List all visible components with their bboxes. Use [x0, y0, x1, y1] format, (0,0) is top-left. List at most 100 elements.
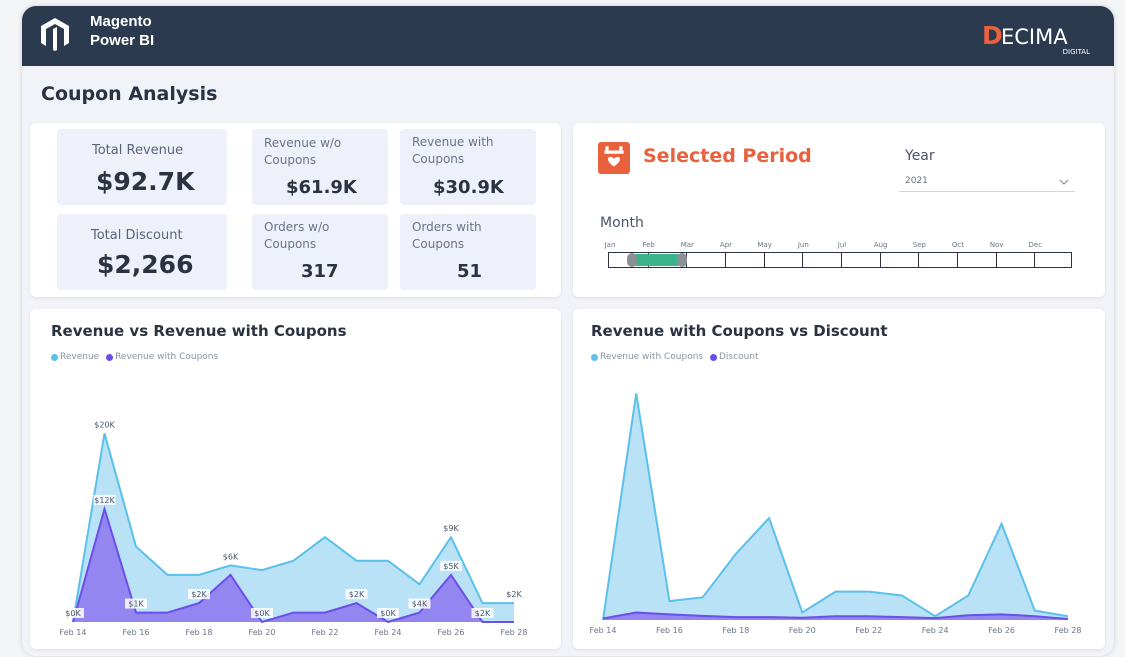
month-slider-handle-end[interactable]	[677, 253, 687, 267]
month-label: Month	[600, 215, 644, 231]
month-labels: Jan Feb Mar Apr May Jun Jul Aug Sep Oct Nov Dec	[605, 241, 1074, 251]
period-filter-card: Selected Period Year 2021 Month Jan Feb Ma…	[573, 123, 1105, 297]
kpi-total-discount-value: $2,266	[97, 250, 194, 279]
month-tick	[802, 253, 804, 267]
x-tick-label: Feb 16	[123, 628, 150, 637]
x-tick-label: Feb 28	[501, 628, 528, 637]
data-label: $2K	[349, 590, 365, 599]
kpi-revenue-with-coupons-label-1: Revenue with	[412, 135, 494, 149]
magento-logo-icon	[41, 18, 69, 51]
month-label-jun: Jun	[797, 241, 809, 249]
kpi-total-discount-label: Total Discount	[91, 228, 183, 243]
data-label: $12K	[94, 496, 115, 505]
month-label-jul: Jul	[837, 241, 847, 249]
kpi-card: Total Revenue $92.7K Total Discount $2,2…	[30, 123, 561, 297]
x-tick-label: Feb 18	[186, 628, 213, 637]
chevron-down-icon	[1059, 179, 1069, 185]
month-tick	[725, 253, 726, 267]
x-tick-label: Feb 18	[722, 626, 749, 635]
data-label: $2K	[191, 590, 207, 599]
year-label: Year	[905, 148, 935, 164]
decima-logo-initial: D	[982, 21, 1003, 50]
revenue-area-chart: Feb 14 Feb 16 Feb 18 Feb 20 Feb 22 Feb 24 Feb …	[60, 419, 528, 637]
data-label: $20K	[94, 420, 115, 429]
dashboard-window: Magento Power BI D ECIMA DIGITAL Coupon …	[22, 6, 1114, 656]
data-label: $0K	[380, 609, 396, 618]
x-tick-label: Feb 14	[60, 628, 87, 637]
kpi-revenue-wo-coupons-label-1: Revenue w/o	[264, 136, 342, 150]
x-tick-label: Feb 24	[375, 628, 402, 637]
brand-line-2: Power BI	[90, 32, 155, 49]
data-label: $6K	[223, 552, 239, 561]
month-label-dec: Dec	[1028, 241, 1043, 249]
data-label: $9K	[443, 524, 459, 533]
month-label-aug: Aug	[873, 241, 888, 249]
year-dropdown[interactable]: 2021	[899, 171, 1075, 192]
decima-logo-text: ECIMA	[1001, 25, 1068, 49]
kpi-orders-with-coupons-label-2: Coupons	[412, 237, 465, 251]
x-tick-label: Feb 20	[249, 628, 276, 637]
revenue-chart-card: Revenue vs Revenue with Coupons Revenue …	[30, 309, 561, 649]
kpi-revenue-wo-coupons: Revenue w/o Coupons $61.9K	[252, 129, 388, 205]
month-label-may: May	[757, 241, 772, 249]
selected-period-title: Selected Period	[643, 145, 812, 167]
data-label: $2K	[475, 609, 491, 618]
kpi-total-revenue: Total Revenue $92.7K	[57, 129, 227, 205]
month-tick	[918, 253, 920, 267]
kpi-total-revenue-label: Total Revenue	[92, 143, 184, 158]
decima-logo-sub: DIGITAL	[1063, 48, 1090, 56]
month-tick	[841, 253, 842, 267]
calendar-heart-icon	[598, 142, 630, 174]
month-tick	[957, 253, 958, 267]
brand-line-1: Magento	[90, 13, 152, 30]
month-label-feb: Feb	[642, 241, 655, 249]
kpi-revenue-with-coupons-value: $30.9K	[433, 177, 504, 198]
brand-name: Magento Power BI	[90, 12, 154, 50]
month-label-jan: Jan	[604, 241, 616, 249]
kpi-orders-with-coupons-label: Orders with Coupons	[412, 219, 482, 253]
kpi-orders-wo-coupons-label: Orders w/o Coupons	[264, 219, 329, 253]
x-tick-label: Feb 14	[590, 626, 617, 635]
month-tick	[995, 253, 997, 267]
month-slider-selection[interactable]	[630, 254, 683, 266]
discount-area-chart: Feb 14 Feb 16 Feb 18 Feb 20 Feb 22 Feb 24 Feb …	[590, 393, 1081, 635]
kpi-orders-wo-coupons-label-1: Orders w/o	[264, 220, 330, 234]
kpi-orders-wo-coupons: Orders w/o Coupons 317	[252, 214, 388, 290]
month-range-slider[interactable]	[608, 252, 1072, 268]
x-tick-label: Feb 22	[855, 626, 882, 635]
kpi-revenue-with-coupons-label: Revenue with Coupons	[412, 134, 494, 168]
kpi-orders-with-coupons: Orders with Coupons 51	[400, 214, 536, 290]
month-tick	[1034, 253, 1036, 267]
discount-chart-card: Revenue with Coupons vs Discount Revenue…	[573, 309, 1105, 649]
month-slider-handle-start[interactable]	[627, 253, 638, 267]
data-label: $5K	[443, 562, 459, 571]
month-tick	[879, 253, 881, 267]
kpi-revenue-with-coupons: Revenue with Coupons $30.9K	[400, 129, 536, 205]
x-tick-label: Feb 24	[922, 626, 949, 635]
year-dropdown-value: 2021	[905, 176, 928, 186]
month-label-sep: Sep	[912, 241, 926, 249]
data-label: $2K	[506, 590, 522, 599]
x-tick-label: Feb 26	[438, 628, 465, 637]
kpi-revenue-wo-coupons-label-2: Coupons	[264, 153, 317, 167]
series-area-1	[603, 393, 1068, 620]
header-bar: Magento Power BI D ECIMA DIGITAL	[22, 6, 1114, 66]
kpi-orders-wo-coupons-label-2: Coupons	[264, 237, 317, 251]
month-label-mar: Mar	[680, 241, 694, 249]
kpi-orders-wo-coupons-value: 317	[301, 261, 339, 282]
month-tick	[763, 253, 765, 267]
data-label: $0K	[65, 609, 81, 618]
kpi-revenue-wo-coupons-label: Revenue w/o Coupons	[264, 135, 341, 169]
kpi-orders-with-coupons-value: 51	[457, 261, 483, 282]
kpi-total-discount: Total Discount $2,266	[57, 214, 227, 290]
kpi-orders-with-coupons-label-1: Orders with	[412, 220, 482, 234]
kpi-revenue-wo-coupons-value: $61.9K	[286, 177, 357, 198]
x-tick-label: Feb 26	[988, 626, 1015, 635]
month-label-nov: Nov	[989, 241, 1004, 249]
decima-logo: D ECIMA DIGITAL	[982, 21, 1090, 56]
data-label: $0K	[254, 609, 270, 618]
x-tick-label: Feb 20	[789, 626, 816, 635]
kpi-total-revenue-value: $92.7K	[96, 167, 195, 196]
kpi-revenue-with-coupons-label-2: Coupons	[412, 152, 465, 166]
x-tick-label: Feb 16	[656, 626, 683, 635]
